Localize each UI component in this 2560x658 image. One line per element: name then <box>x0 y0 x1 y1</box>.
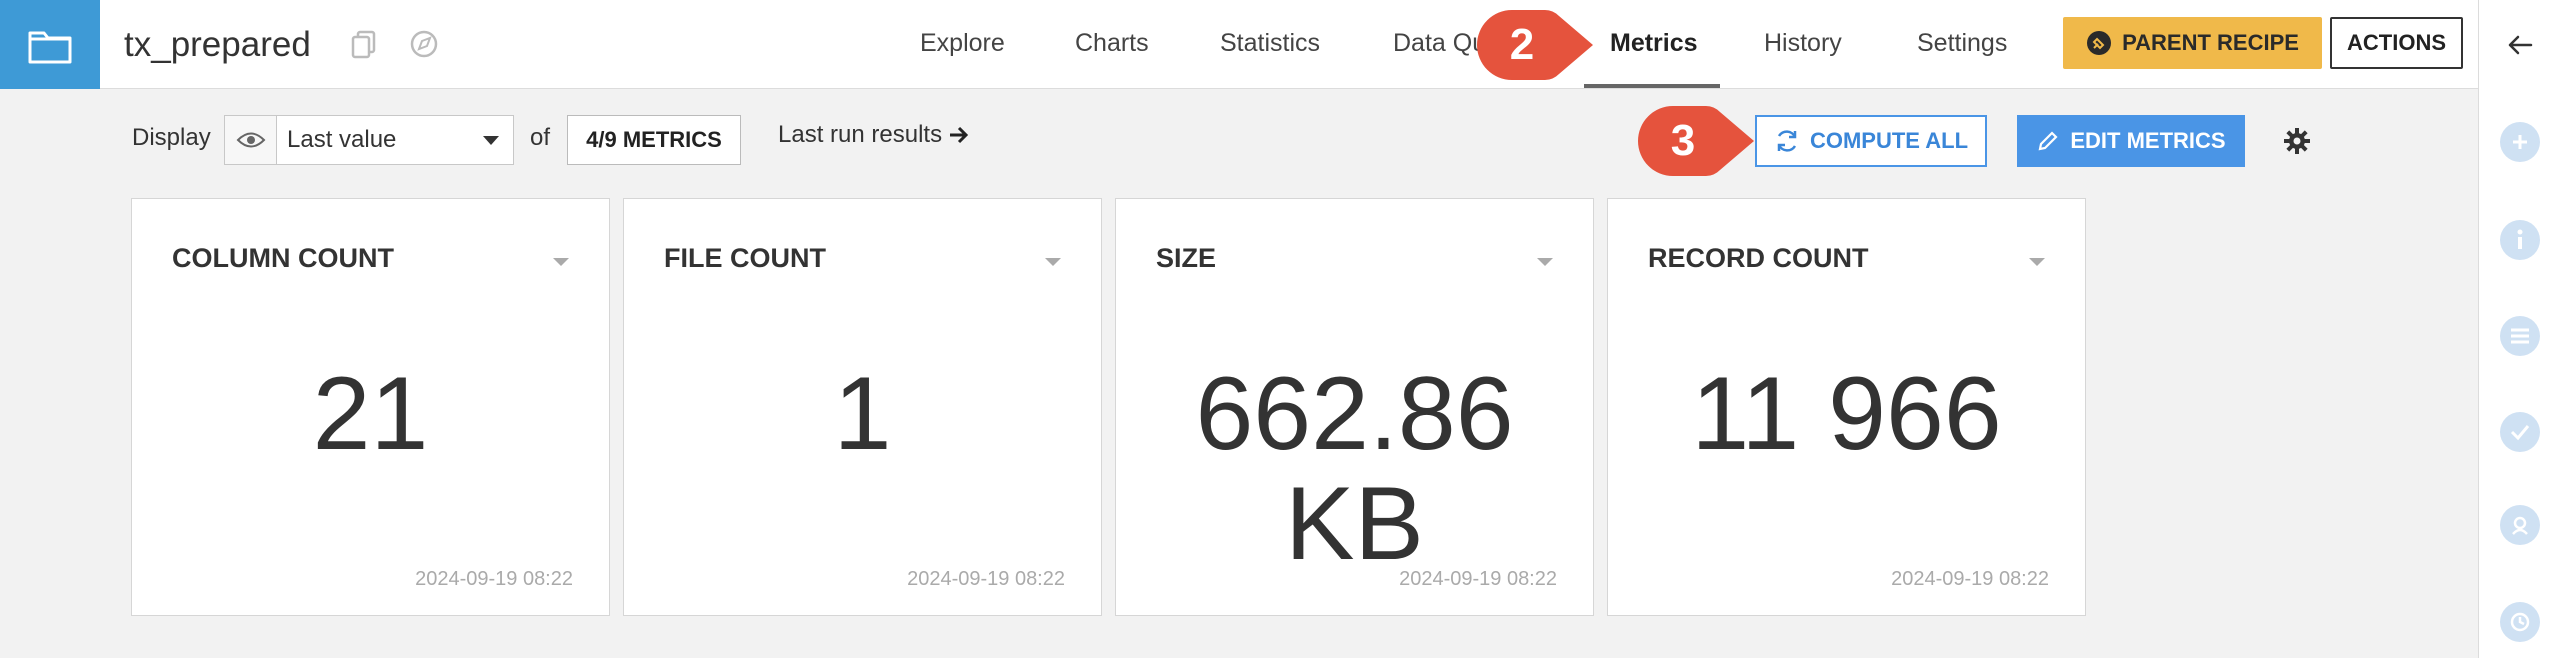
metric-timestamp: 2024-09-19 08:22 <box>415 568 573 590</box>
refresh-icon <box>1777 130 1797 152</box>
last-run-results-link[interactable]: Last run results <box>778 121 970 149</box>
metric-card-file-count: FILE COUNT 1 2024-09-19 08:22 <box>623 198 1102 616</box>
metric-value: 11 966 <box>1691 356 2002 472</box>
actions-label: ACTIONS <box>2347 30 2446 55</box>
tab-data-quality[interactable]: Data Qu <box>1393 0 1486 89</box>
dataset-name: tx_prepared <box>124 25 311 64</box>
edit-metrics-label: EDIT METRICS <box>2070 128 2226 153</box>
discussion-icon[interactable] <box>2500 505 2540 545</box>
chevron-down-icon[interactable] <box>1537 258 1553 266</box>
metric-timestamp: 2024-09-19 08:22 <box>907 568 1065 590</box>
tab-settings[interactable]: Settings <box>1917 0 2007 89</box>
display-select-value: Last value <box>287 126 397 153</box>
parent-recipe-button[interactable]: PARENT RECIPE <box>2063 17 2322 69</box>
top-bar: tx_prepared Explore Charts Statistics Da… <box>0 0 2478 89</box>
callout-2: 2 <box>1475 8 1595 82</box>
metric-title: SIZE <box>1156 243 1217 273</box>
edit-metrics-button[interactable]: EDIT METRICS <box>2017 115 2245 167</box>
back-arrow-icon[interactable] <box>2505 30 2535 60</box>
right-sidebar <box>2478 0 2560 658</box>
arrow-right-icon <box>950 126 969 144</box>
metric-title: FILE COUNT <box>664 243 826 273</box>
gear-icon[interactable] <box>2282 126 2312 156</box>
metric-timestamp: 2024-09-19 08:22 <box>1891 568 2049 590</box>
metric-card-size: SIZE 662.86 KB 2024-09-19 08:22 <box>1115 198 1594 616</box>
of-label: of <box>530 124 551 151</box>
eye-icon <box>225 116 277 164</box>
tab-charts[interactable]: Charts <box>1075 0 1149 89</box>
compute-all-button[interactable]: COMPUTE ALL <box>1755 115 1987 167</box>
copy-icon[interactable] <box>348 28 380 60</box>
metric-timestamp: 2024-09-19 08:22 <box>1399 568 1557 590</box>
display-select[interactable]: Last value <box>224 115 514 165</box>
plus-icon[interactable] <box>2500 122 2540 162</box>
folder-icon <box>28 31 72 63</box>
info-icon[interactable] <box>2500 220 2540 260</box>
callout-number: 3 <box>1670 116 1696 165</box>
last-run-label: Last run results <box>778 121 943 148</box>
active-tab-indicator <box>1584 84 1720 88</box>
tab-history[interactable]: History <box>1764 0 1842 89</box>
callout-number: 2 <box>1509 20 1535 69</box>
metric-value: 21 <box>312 356 429 472</box>
metric-card-column-count: COLUMN COUNT 21 2024-09-19 08:22 <box>131 198 610 616</box>
list-icon[interactable] <box>2500 316 2540 356</box>
metric-title: COLUMN COUNT <box>172 243 394 273</box>
display-label: Display <box>132 124 211 151</box>
tab-explore[interactable]: Explore <box>920 0 1005 89</box>
parent-recipe-label: PARENT RECIPE <box>2122 30 2299 55</box>
chevron-down-icon[interactable] <box>2029 258 2045 266</box>
recipe-icon <box>2087 31 2112 55</box>
dataset-icon-tile[interactable] <box>0 0 100 89</box>
check-icon[interactable] <box>2500 412 2540 452</box>
actions-button[interactable]: ACTIONS <box>2330 17 2463 69</box>
callout-3: 3 <box>1636 104 1756 178</box>
clock-icon[interactable] <box>2500 602 2540 642</box>
metric-value: 662.86 KB <box>1195 356 1514 582</box>
metrics-count-button[interactable]: 4/9 METRICS <box>567 115 741 165</box>
chevron-down-icon[interactable] <box>1045 258 1061 266</box>
chevron-down-icon[interactable] <box>553 258 569 266</box>
compute-all-label: COMPUTE ALL <box>1809 128 1969 153</box>
tab-statistics[interactable]: Statistics <box>1220 0 1320 89</box>
pencil-icon <box>2038 131 2058 151</box>
tab-metrics[interactable]: Metrics <box>1610 0 1698 89</box>
metric-card-record-count: RECORD COUNT 11 966 2024-09-19 08:22 <box>1607 198 2086 616</box>
compass-icon[interactable] <box>408 28 440 60</box>
metric-title: RECORD COUNT <box>1648 243 1869 273</box>
chevron-down-icon <box>483 135 499 145</box>
metric-value: 1 <box>833 356 892 472</box>
